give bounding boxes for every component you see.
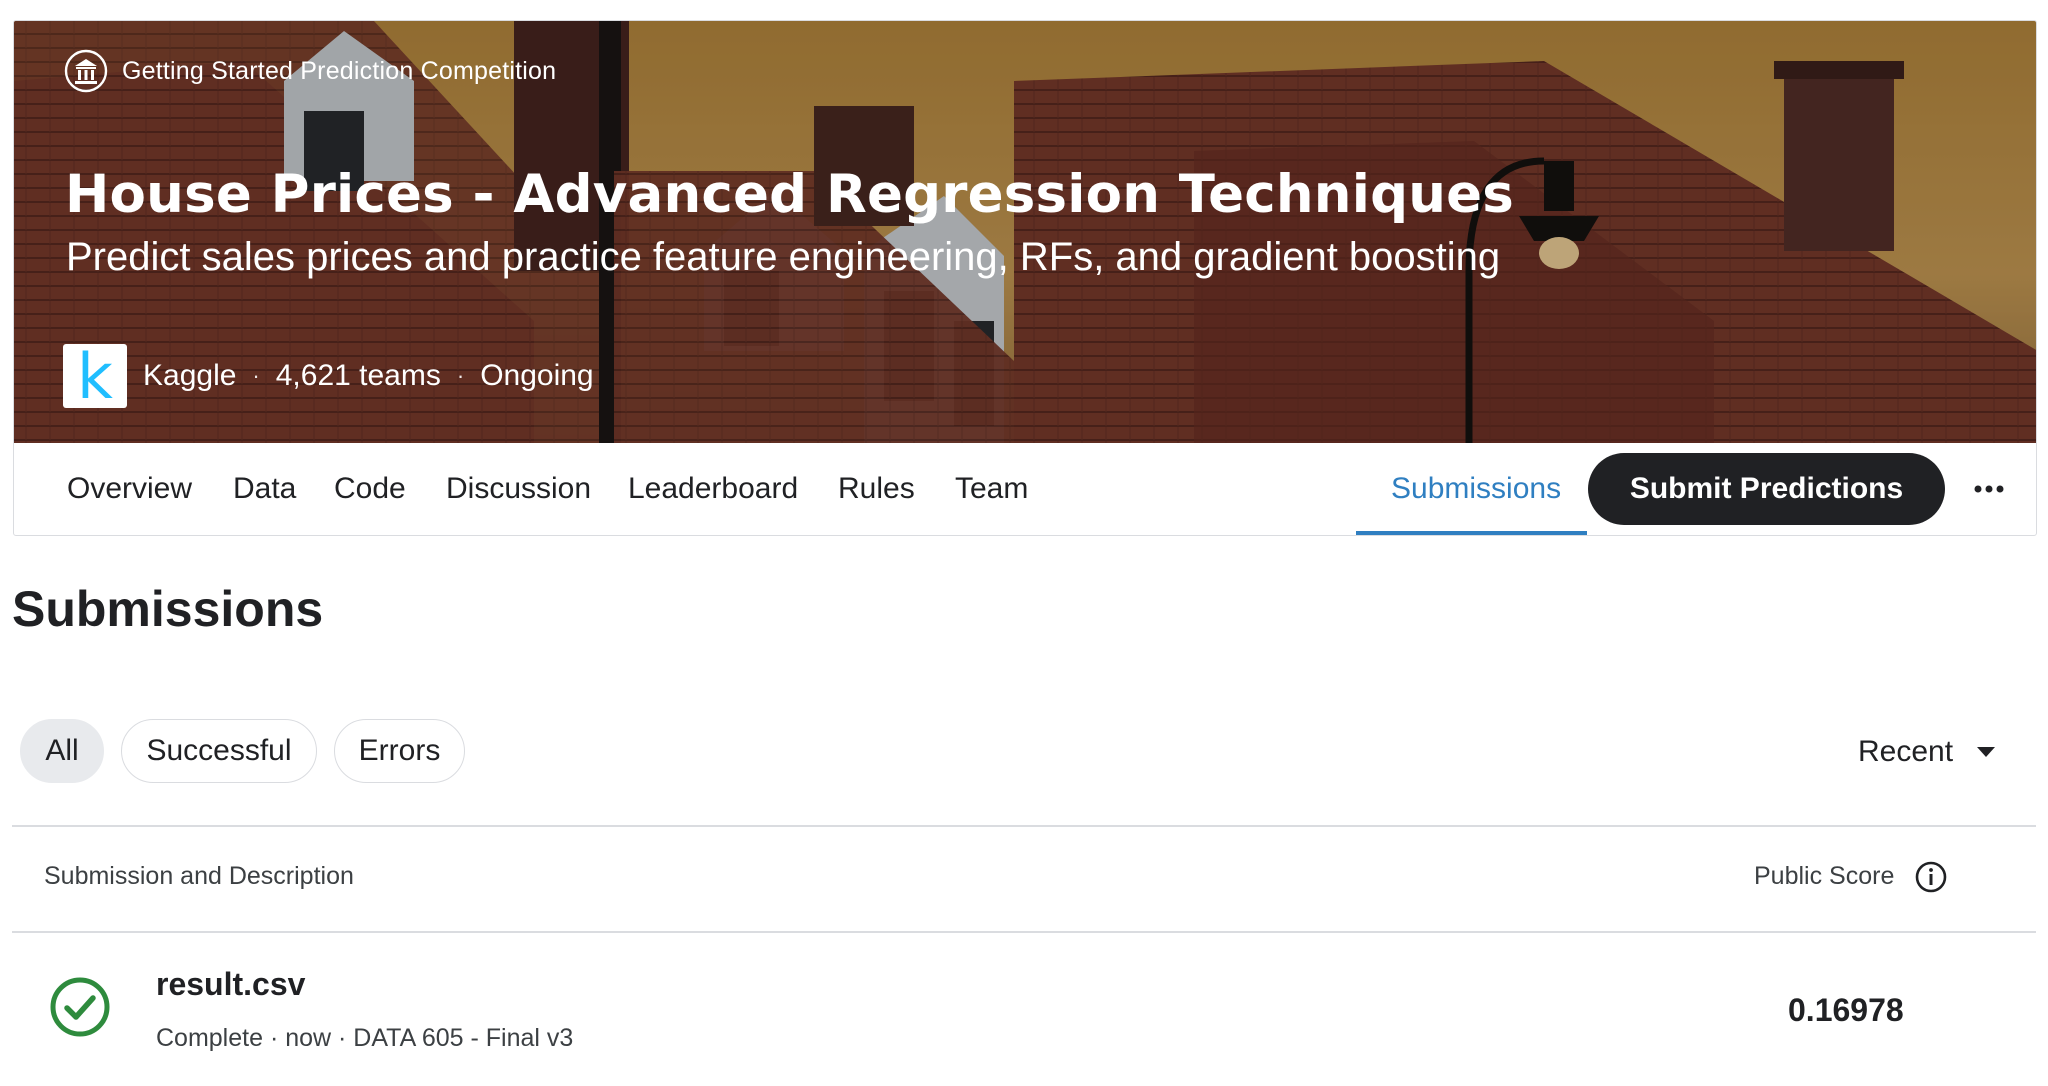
kaggle-logo-letter: k [77, 340, 113, 413]
info-icon[interactable] [1914, 860, 1948, 894]
submission-file-name[interactable]: result.csv [156, 966, 305, 1003]
submission-description: Complete · now · DATA 605 - Final v3 [156, 1024, 574, 1052]
page-title: Submissions [12, 581, 324, 637]
column-header-submission: Submission and Description [44, 862, 354, 890]
tab-team[interactable]: Team [955, 443, 1028, 535]
active-tab-indicator [1356, 531, 1587, 535]
tab-submissions[interactable]: Submissions [1391, 443, 1561, 535]
public-score: 0.16978 [1788, 992, 1904, 1028]
competition-type-label: Getting Started Prediction Competition [122, 56, 557, 85]
divider [12, 931, 2036, 933]
competition-subtitle: Predict sales prices and practice featur… [66, 235, 1501, 279]
meta-separator: · [456, 363, 465, 388]
tab-overview[interactable]: Overview [67, 443, 192, 535]
chevron-down-icon [1977, 747, 1996, 757]
filter-successful[interactable]: Successful [121, 719, 317, 783]
kaggle-logo[interactable]: k [63, 340, 127, 413]
tab-discussion[interactable]: Discussion [446, 443, 591, 535]
column-header-public-score: Public Score [1754, 862, 1895, 890]
more-horizontal-icon[interactable] [1969, 473, 2009, 505]
competition-header-card: Getting Started Prediction Competition H… [13, 20, 2037, 536]
meta-separator: · [252, 363, 260, 388]
submit-predictions-button[interactable]: Submit Predictions [1588, 453, 1945, 525]
filter-all[interactable]: All [20, 719, 104, 783]
tab-rules[interactable]: Rules [838, 443, 915, 535]
competition-title: House Prices - Advanced Regression Techn… [65, 164, 1515, 225]
sort-label: Recent [1858, 735, 1954, 768]
tab-code[interactable]: Code [334, 443, 406, 535]
check-circle-icon [50, 977, 110, 1037]
sort-dropdown[interactable]: Recent [1858, 730, 1996, 774]
institution-icon [64, 49, 108, 93]
team-count: 4,621 teams [275, 359, 441, 392]
competition-banner: Getting Started Prediction Competition H… [14, 21, 2036, 443]
host-name[interactable]: Kaggle [143, 359, 236, 393]
tab-leaderboard[interactable]: Leaderboard [628, 443, 798, 535]
competition-tabs: Overview Data Code Discussion Leaderboar… [14, 443, 2036, 535]
competition-status: Ongoing [480, 359, 594, 392]
tab-data[interactable]: Data [233, 443, 296, 535]
filter-errors[interactable]: Errors [334, 719, 465, 783]
divider [12, 825, 2036, 827]
competition-meta: k Kaggle · 4,621 teams · Ongoing [63, 340, 594, 413]
competition-type: Getting Started Prediction Competition [64, 49, 556, 93]
